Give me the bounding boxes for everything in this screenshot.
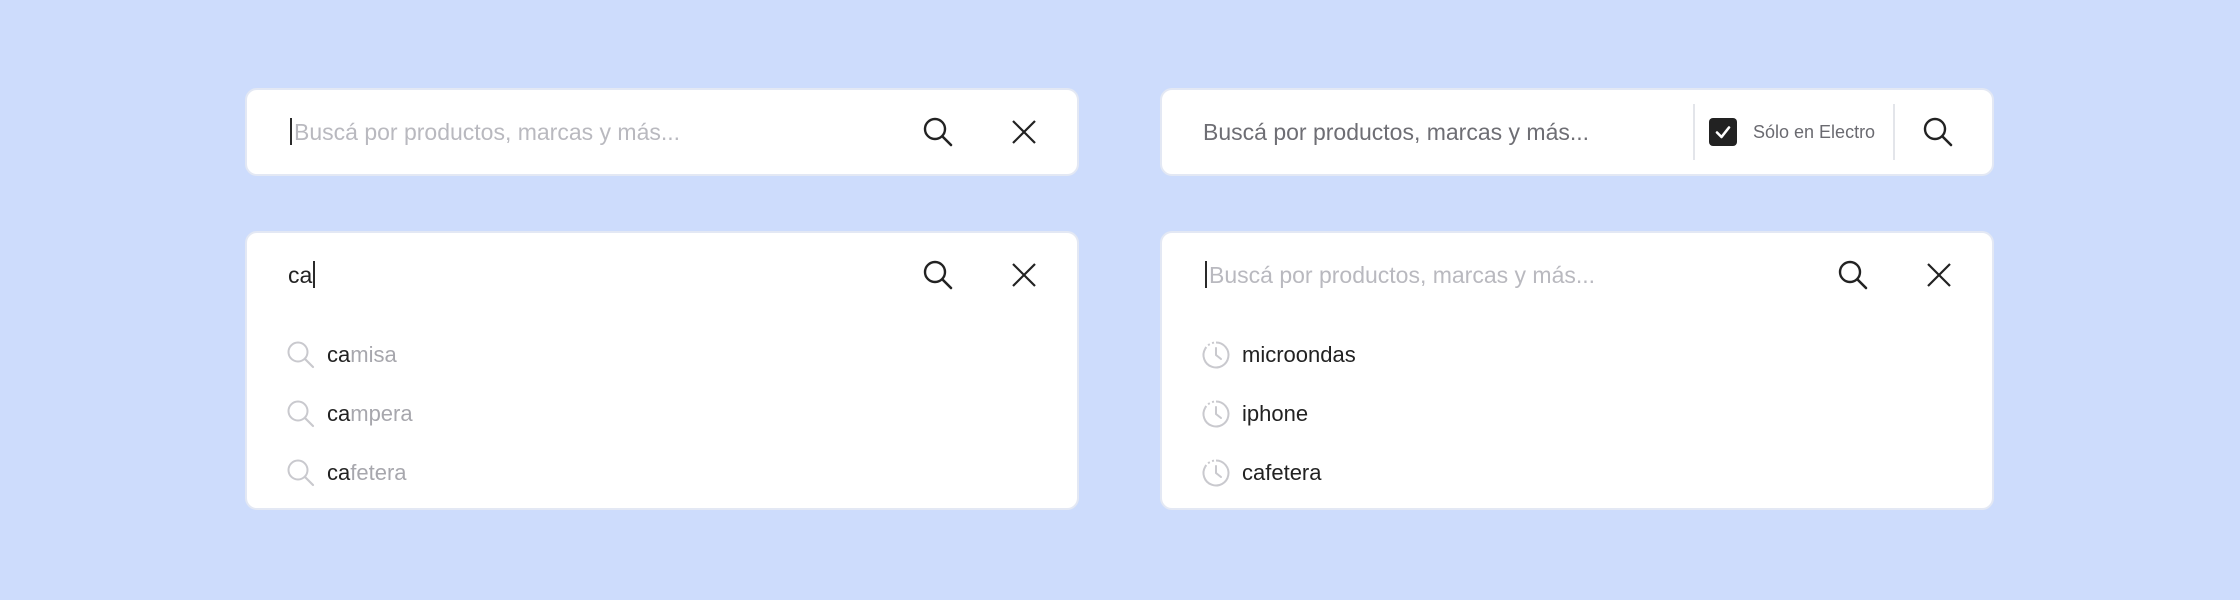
- clock-icon: [1202, 459, 1230, 487]
- divider: [1893, 104, 1895, 160]
- search-icon: [287, 341, 315, 369]
- recent-search-item[interactable]: cafetera: [1200, 453, 1960, 493]
- text-caret: [313, 261, 316, 289]
- recent-search-item[interactable]: microondas: [1200, 335, 1960, 375]
- search-button[interactable]: [1832, 254, 1874, 296]
- search-placeholder: Buscá por productos, marcas y más...: [290, 90, 680, 174]
- search-bar-filter: Buscá por productos, marcas y más... Sól…: [1160, 88, 1994, 176]
- suggestion-item[interactable]: camisa: [285, 335, 1045, 375]
- close-icon: [1012, 120, 1036, 144]
- close-icon: [1927, 263, 1951, 287]
- search-icon: [1838, 260, 1868, 290]
- recent-search-text: microondas: [1242, 342, 1356, 367]
- text-caret: [1205, 261, 1207, 289]
- divider: [1693, 104, 1695, 160]
- search-button[interactable]: [917, 111, 959, 153]
- clear-button[interactable]: [1003, 111, 1045, 153]
- search-icon: [923, 260, 953, 290]
- search-icon: [923, 117, 953, 147]
- suggestion-text: camisa: [327, 342, 397, 367]
- search-icon: [287, 400, 315, 428]
- clock-icon: [1202, 400, 1230, 428]
- search-button[interactable]: [917, 254, 959, 296]
- recent-search-text: iphone: [1242, 401, 1309, 426]
- search-placeholder: Buscá por productos, marcas y más...: [1203, 119, 1590, 145]
- close-icon: [1012, 263, 1036, 287]
- search-button[interactable]: [1917, 111, 1959, 153]
- search-bar-basic: Buscá por productos, marcas y más...: [245, 88, 1079, 176]
- solo-electro-checkbox[interactable]: [1709, 118, 1737, 146]
- clear-button[interactable]: [1003, 254, 1045, 296]
- recent-search-item[interactable]: iphone: [1200, 394, 1960, 434]
- recent-search-text: cafetera: [1242, 460, 1322, 485]
- clear-button[interactable]: [1918, 254, 1960, 296]
- suggestion-text: cafetera: [327, 460, 407, 485]
- search-placeholder: Buscá por productos, marcas y más...: [1205, 233, 1595, 317]
- solo-electro-label[interactable]: Sólo en Electro: [1753, 90, 1875, 174]
- search-input[interactable]: Buscá por productos, marcas y más...: [1162, 90, 1692, 174]
- check-icon: [1715, 126, 1731, 139]
- search-bar-history: Buscá por productos, marcas y más... mic…: [1160, 231, 1994, 510]
- suggestion-text: campera: [327, 401, 413, 426]
- search-icon: [1923, 117, 1953, 147]
- search-icon: [287, 459, 315, 487]
- text-caret: [290, 118, 292, 146]
- clock-icon: [1202, 341, 1230, 369]
- suggestion-item[interactable]: cafetera: [285, 453, 1045, 493]
- search-query: ca: [288, 233, 317, 317]
- search-bar-autocomplete: ca camisa campera cafetera: [245, 231, 1079, 510]
- suggestion-item[interactable]: campera: [285, 394, 1045, 434]
